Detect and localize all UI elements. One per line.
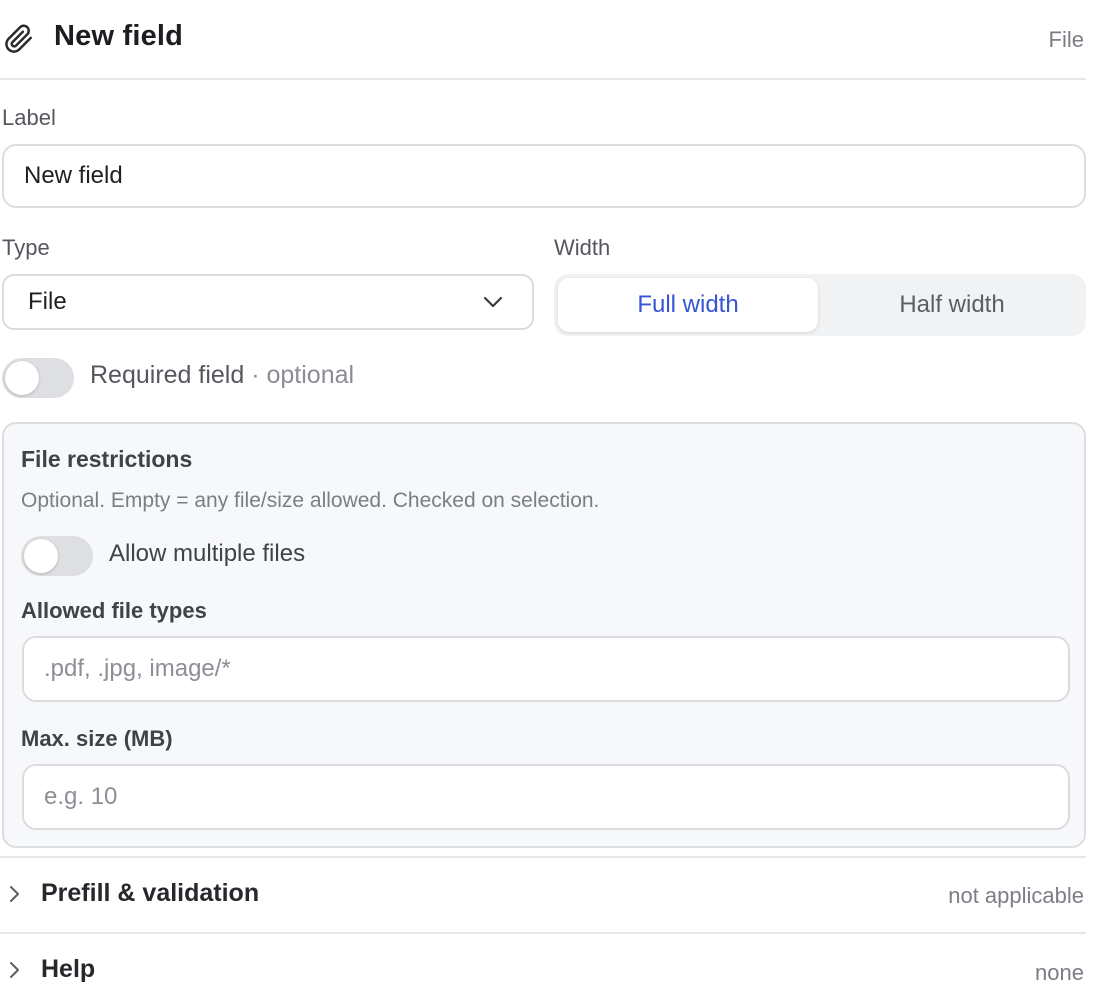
help-status: none [1035,960,1084,985]
chevron-down-icon [483,296,503,308]
allowed-file-types-input[interactable]: .pdf, .jpg, image/* [22,636,1070,702]
file-restrictions-description: Optional. Empty = any file/size allowed.… [21,489,600,512]
file-restrictions-panel: File restrictions Optional. Empty = any … [2,422,1086,848]
max-size-label: Max. size (MB) [21,726,173,751]
required-optional-suffix: · optional [244,361,355,389]
help-title: Help [41,955,96,983]
prefill-validation-section[interactable]: Prefill & validation not applicable [0,856,1086,934]
file-restrictions-title: File restrictions [21,446,193,472]
prefill-validation-title: Prefill & validation [41,879,260,907]
label-input[interactable]: New field [2,144,1086,208]
allow-multiple-toggle[interactable] [21,536,93,576]
chevron-right-icon [10,962,19,978]
required-field-label: Required field · optional [90,361,354,390]
max-size-input[interactable]: e.g. 10 [22,764,1070,830]
field-title: New field [54,20,184,52]
field-editor-header: New field File [0,0,1086,80]
full-width-option[interactable]: Full width [558,278,818,332]
prefill-validation-status: not applicable [948,883,1084,908]
allowed-file-types-label: Allowed file types [21,598,207,623]
type-field-label: Type [2,235,50,260]
chevron-right-icon [10,886,19,902]
width-field-label: Width [554,235,611,260]
required-label-text: Required field [90,361,245,389]
field-kind-label: File [1048,27,1084,52]
required-toggle[interactable] [2,358,74,398]
toggle-knob [24,539,58,573]
help-section[interactable]: Help none [0,932,1086,996]
half-width-option[interactable]: Half width [822,278,1082,332]
width-segmented-control: Full width Half width [554,274,1086,336]
allow-multiple-label: Allow multiple files [109,540,306,567]
label-field-label: Label [2,105,56,130]
type-select[interactable]: File [2,274,534,330]
type-select-value: File [28,288,67,315]
paperclip-icon [5,24,32,53]
toggle-knob [5,361,39,395]
